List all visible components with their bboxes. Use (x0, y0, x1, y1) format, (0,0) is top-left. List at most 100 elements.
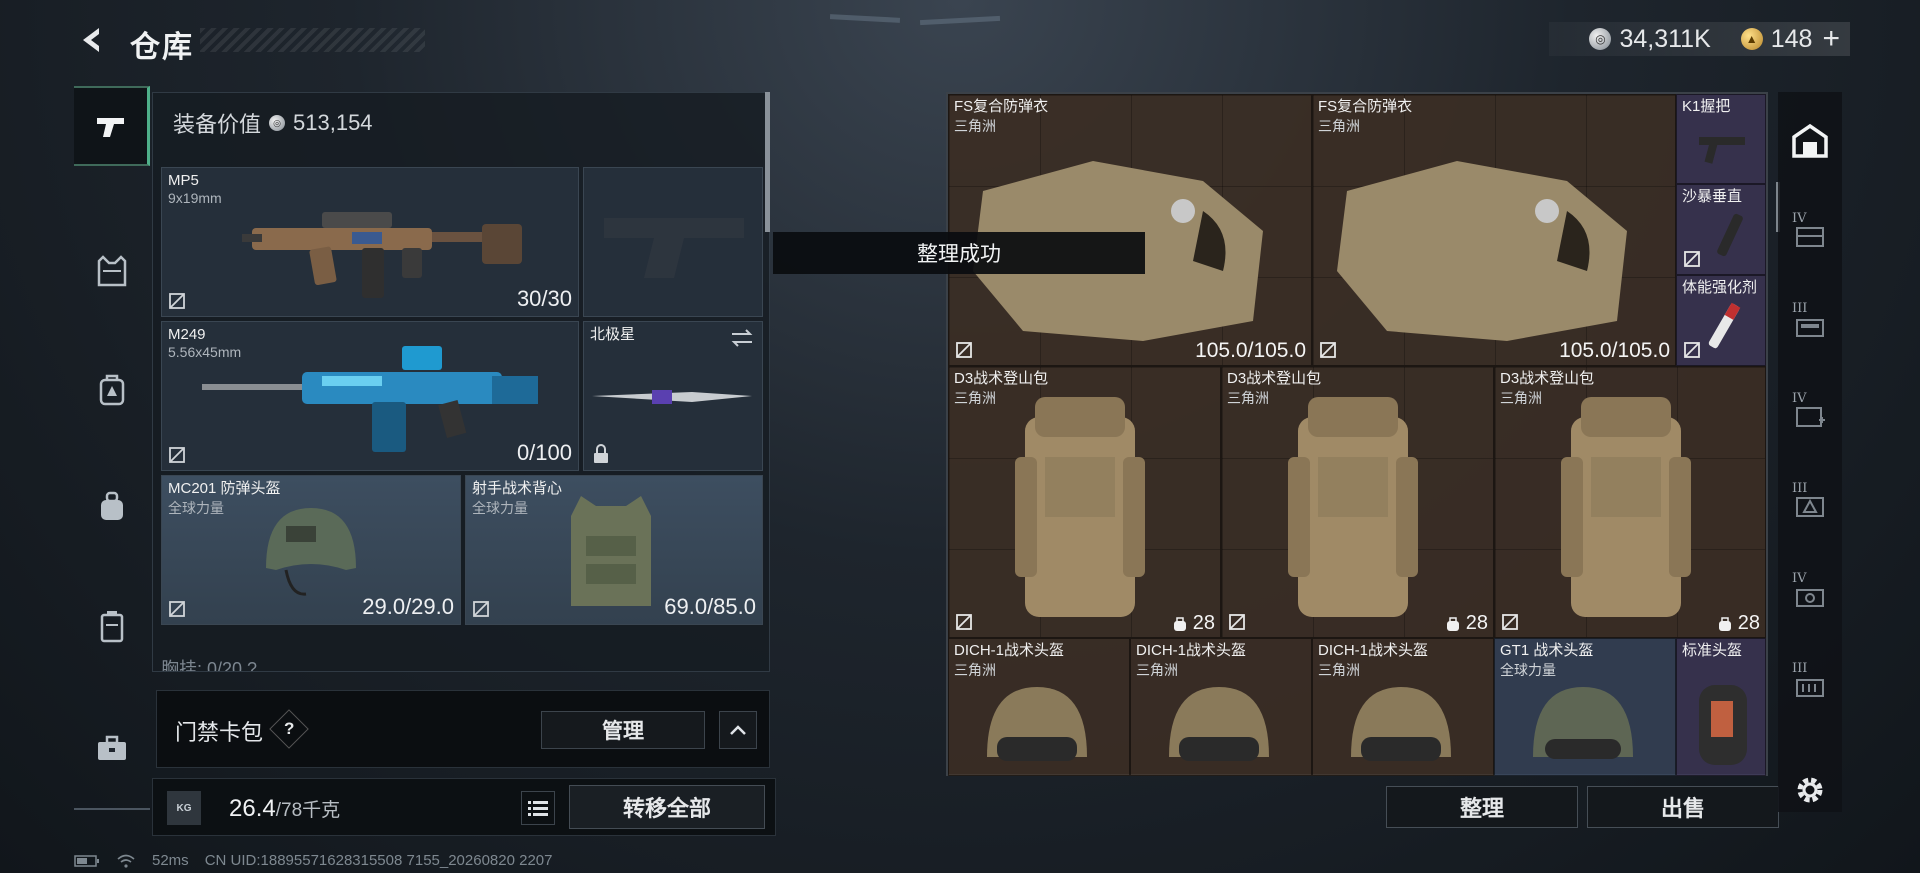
slot-faction: 全球力量 (472, 500, 528, 516)
item-name: 体能强化剂 (1682, 279, 1758, 296)
stash-item[interactable]: DICH-1战术头盔 三角洲 (1130, 638, 1312, 776)
injector-icon (1708, 302, 1741, 349)
item-name: 沙暴垂直 (1682, 188, 1743, 205)
manage-button[interactable]: 管理 (541, 711, 705, 749)
stash-item[interactable]: FS复合防弹衣 三角洲 105.0/105.0 (1312, 94, 1676, 366)
tab-all[interactable] (1778, 102, 1842, 180)
sell-button[interactable]: 出售 (1587, 786, 1779, 828)
backpack-capacity-icon (1446, 616, 1459, 631)
rail-weapons[interactable] (74, 86, 150, 166)
body-armor-icon (1337, 161, 1627, 341)
primary-weapon-slot[interactable]: MP5 9x19mm 30/30 (161, 167, 579, 317)
stash-item[interactable]: 标准头盔 (1676, 638, 1766, 776)
weight-max: /78千克 (275, 800, 341, 821)
weight-current: 26.4 (229, 795, 276, 822)
stash-item[interactable]: FS复合防弹衣 三角洲 105.0/105.0 (948, 94, 1312, 366)
loadout-scrollbar[interactable] (765, 92, 770, 232)
back-button[interactable] (72, 22, 112, 58)
wifi-icon (117, 854, 135, 868)
item-name: DICH-1战术头盔 (1318, 642, 1429, 659)
bag-icon (101, 491, 123, 520)
chest-rig-row: 胸挂: 0/20 ? (161, 659, 258, 672)
sidearm-slot[interactable] (583, 167, 763, 317)
rifle-rack-icon (1796, 319, 1824, 337)
capacity-value: 28 (1737, 612, 1760, 634)
ammo-count: 0/100 (516, 440, 572, 465)
slot-name: MP5 (168, 172, 199, 189)
stash-tab-rail: IV III IV III IV III (1778, 92, 1842, 812)
chevron-up-icon (730, 725, 746, 735)
armor-slot[interactable]: 射手战术背心 全球力量 69.0/85.0 (465, 475, 763, 625)
secondary-weapon-slot[interactable]: M249 5.56x45mm 0/100 (161, 321, 579, 471)
stash-item[interactable]: D3战术登山包 三角洲 28 (948, 366, 1221, 638)
tab-storage-6[interactable]: III (1778, 647, 1842, 725)
stash-item[interactable]: D3战术登山包 三角洲 28 (1494, 366, 1766, 638)
stash-item[interactable]: 体能强化剂 (1676, 275, 1766, 366)
mp5-rifle-icon (242, 212, 522, 298)
item-capacity: 28 (1446, 612, 1488, 635)
no-bind-icon (956, 342, 972, 358)
settings-button[interactable] (1790, 770, 1830, 810)
lock-icon (594, 444, 608, 463)
rail-toolbox[interactable] (74, 708, 150, 788)
item-name: DICH-1战术头盔 (954, 642, 1065, 659)
equip-value-label: 装备价值 (173, 112, 262, 137)
gold-coin-icon: ▲ (1740, 28, 1763, 50)
weight-icon: KG (167, 791, 201, 825)
item-capacity: 28 (1718, 612, 1760, 635)
stash-item[interactable]: D3战术登山包 三角洲 28 (1221, 366, 1494, 638)
item-faction: 三角洲 (1227, 390, 1269, 406)
vest-icon (97, 255, 127, 287)
item-name: DICH-1战术头盔 (1136, 642, 1247, 659)
expand-button[interactable] (719, 711, 757, 749)
stash-item[interactable]: K1握把 (1676, 94, 1766, 184)
item-name: GT1 战术头盔 (1500, 642, 1594, 659)
toolbox-icon (98, 735, 126, 760)
stash-item[interactable]: GT1 战术头盔 全球力量 (1494, 638, 1676, 776)
tab-storage-1[interactable]: IV (1778, 197, 1842, 275)
no-bind-icon (169, 293, 185, 309)
backpack-capacity-icon (1173, 616, 1186, 631)
tab-level: IV (1792, 211, 1807, 226)
battery-icon (74, 854, 99, 867)
silver-coin-icon: ◎ (269, 115, 286, 131)
helmet-slot[interactable]: MC201 防弹头盔 全球力量 29.0/29.0 (161, 475, 461, 625)
add-currency-button[interactable]: + (1822, 22, 1840, 56)
backpack-capacity-icon (1718, 616, 1731, 631)
tool-box-icon (1796, 589, 1824, 607)
no-bind-icon (1684, 342, 1700, 358)
sort-button[interactable]: 整理 (1386, 786, 1578, 828)
backpack-icon (99, 374, 125, 406)
item-faction: 三角洲 (1318, 118, 1360, 134)
tab-storage-5[interactable]: IV (1778, 557, 1842, 635)
durability: 29.0/29.0 (362, 594, 454, 619)
item-faction: 三角洲 (1318, 662, 1360, 678)
item-faction: 三角洲 (1136, 662, 1178, 678)
stash-grid: FS复合防弹衣 三角洲 105.0/105.0 FS复合防弹衣 三角洲 105.… (946, 92, 1768, 776)
melee-slot[interactable]: 北极星 (583, 321, 763, 471)
item-name: FS复合防弹衣 (1318, 98, 1413, 115)
rail-backpack[interactable] (74, 349, 150, 429)
tab-storage-3[interactable]: IV (1778, 377, 1842, 455)
tactical-vest-icon (571, 496, 651, 606)
transfer-all-button[interactable]: 转移全部 (569, 785, 765, 829)
rail-container[interactable] (74, 586, 150, 666)
rail-vest[interactable] (74, 231, 150, 311)
rail-bag[interactable] (74, 466, 150, 546)
item-name: D3战术登山包 (1227, 370, 1322, 387)
helmet-icon (1169, 687, 1269, 761)
item-durability: 105.0/105.0 (1559, 339, 1670, 362)
list-view-button[interactable] (521, 791, 555, 825)
help-button[interactable]: ? (269, 709, 309, 749)
tab-storage-4[interactable]: III (1778, 467, 1842, 545)
stash-item[interactable]: DICH-1战术头盔 三角洲 (948, 638, 1130, 776)
no-bind-icon (1684, 251, 1700, 267)
durability: 69.0/85.0 (664, 594, 756, 619)
stash-item[interactable]: 沙暴垂直 (1676, 184, 1766, 275)
medical-box-icon (1796, 407, 1825, 427)
capacity-value: 28 (1465, 612, 1488, 634)
equipment-value: 装备价值 ◎ 513,154 (173, 107, 373, 139)
tab-storage-2[interactable]: III (1778, 287, 1842, 365)
stash-item[interactable]: DICH-1战术头盔 三角洲 (1312, 638, 1494, 776)
capacity-value: 28 (1192, 612, 1215, 634)
